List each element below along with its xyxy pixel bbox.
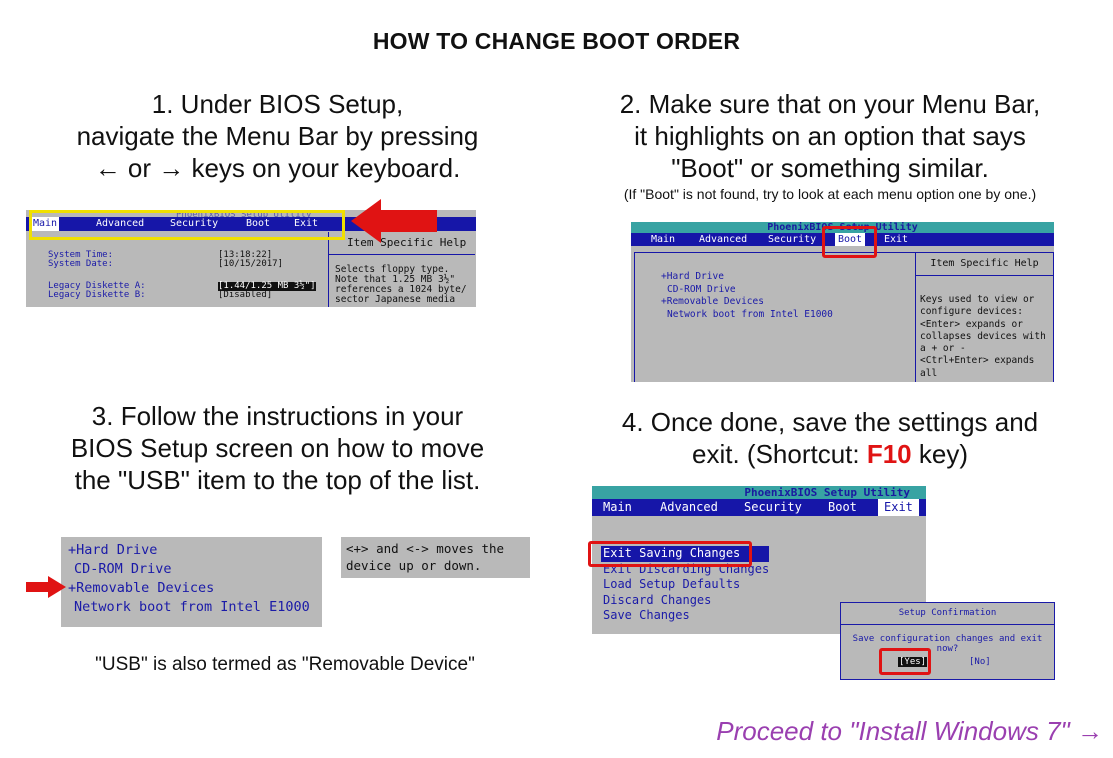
step1-line1: 1. Under BIOS Setup, <box>151 89 404 119</box>
step2-menu-advanced[interactable]: Advanced <box>699 233 747 246</box>
step3-hint-text: <+> and <-> moves the device up or down. <box>346 540 504 574</box>
step1-value-diskB[interactable]: [Disabled] <box>218 291 316 300</box>
step2-line2: it highlights on an option that says <box>634 121 1026 151</box>
step4-yes-highlight-box <box>879 648 931 675</box>
step4-line2-pre: exit. (Shortcut: <box>692 439 867 469</box>
step4-dialog-title: Setup Confirmation <box>841 603 1054 625</box>
step3-hint-box: <+> and <-> moves the device up or down. <box>341 537 530 578</box>
step4-menu-main[interactable]: Main <box>603 499 632 516</box>
step2-menu-security[interactable]: Security <box>768 233 816 246</box>
step3-boot-item[interactable]: CD-ROM Drive <box>68 560 310 579</box>
step2-boot-item[interactable]: +Removable Devices <box>661 296 833 309</box>
step1-menu-highlight-box <box>29 210 345 240</box>
step3-hint-line: <+> and <-> moves the <box>346 541 505 556</box>
step4-menu-advanced[interactable]: Advanced <box>660 499 718 516</box>
step3-line1: 3. Follow the instructions in your <box>91 401 464 431</box>
step4-exit-saving-highlight-box <box>588 541 752 567</box>
step1-help-line: sector Japanese media <box>335 294 456 305</box>
step2-instructions: 2. Make sure that on your Menu Bar, it h… <box>557 88 1103 184</box>
step2-help-line: <Enter> expands or <box>920 318 1023 330</box>
step2-boot-item[interactable]: CD-ROM Drive <box>661 284 833 297</box>
page-title: HOW TO CHANGE BOOT ORDER <box>372 28 741 54</box>
step2-boot-list-pane: +Hard Drive CD-ROM Drive +Removable Devi… <box>634 252 916 382</box>
step1-help-text: Selects floppy type. Note that 1.25 MB 3… <box>329 255 475 305</box>
step4-instructions: 4. Once done, save the settings and exit… <box>557 406 1103 470</box>
step4-line2: exit. (Shortcut: F10 key) <box>557 438 1103 470</box>
step3-line3: the "USB" item to the top of the list. <box>74 465 481 495</box>
step2-help-line: collapses devices with <box>920 330 1046 342</box>
step2-help-line: Keys used to view or <box>920 294 1035 305</box>
step4-menu-security[interactable]: Security <box>744 499 802 516</box>
step3-boot-list: +Hard Drive CD-ROM Drive +Removable Devi… <box>61 537 322 627</box>
proceed-link[interactable]: Proceed to "Install Windows 7" → <box>716 716 1103 747</box>
step4-menu-boot[interactable]: Boot <box>828 499 857 516</box>
step2-line1: 2. Make sure that on your Menu Bar, <box>619 89 1041 119</box>
step1-line2: navigate the Menu Bar by pressing <box>76 121 479 151</box>
step1-label-date: System Date: <box>48 259 114 269</box>
step4-line1: 4. Once done, save the settings and <box>621 407 1039 437</box>
step2-boot-list: +Hard Drive CD-ROM Drive +Removable Devi… <box>661 271 833 321</box>
step4-line2-post: key) <box>911 439 968 469</box>
step2-boot-item[interactable]: Network boot from Intel E1000 <box>661 309 833 322</box>
step1-value-date[interactable]: [10/15/2017] <box>218 260 316 269</box>
step2-help-line: <Ctrl+Enter> expands <box>920 355 1035 367</box>
step2-help-line: configure devices: <box>920 306 1023 318</box>
step4-exit-option[interactable]: Save Changes <box>603 608 769 624</box>
step1-line3: ← or → keys on your keyboard. <box>94 153 461 183</box>
step3-boot-item[interactable]: +Hard Drive <box>68 541 310 560</box>
step2-help-line: a + or - <box>920 343 966 355</box>
step2-menu-exit[interactable]: Exit <box>884 233 908 246</box>
step3-red-arrow-icon <box>26 576 66 598</box>
step3-line2: BIOS Setup screen on how to move <box>70 433 485 463</box>
step3-hint-line: device up or down. <box>346 558 482 573</box>
step1-red-arrow-icon <box>351 199 437 243</box>
step4-exit-option[interactable]: Discard Changes <box>603 593 769 609</box>
step2-menu-main[interactable]: Main <box>651 233 675 246</box>
step4-f10-key: F10 <box>866 439 912 469</box>
step3-boot-item[interactable]: Network boot from Intel E1000 <box>68 598 310 617</box>
step3-boot-items: +Hard Drive CD-ROM Drive +Removable Devi… <box>68 541 310 617</box>
step3-boot-item[interactable]: +Removable Devices <box>68 579 310 598</box>
step2-help-line: all <box>920 367 938 379</box>
step4-exit-option[interactable]: Load Setup Defaults <box>603 577 769 593</box>
step3-instructions: 3. Follow the instructions in your BIOS … <box>0 400 555 496</box>
step4-menu-bar: Main Advanced Security Boot Exit <box>592 499 926 516</box>
step2-boot-item[interactable]: +Hard Drive <box>661 271 833 284</box>
step1-instructions: 1. Under BIOS Setup, navigate the Menu B… <box>0 88 555 184</box>
step4-no-button[interactable]: [No] <box>969 657 991 667</box>
step1-settings-values: [13:18:22] [10/15/2017] [1.44/1.25 MB 3½… <box>218 251 316 300</box>
step2-line3: "Boot" or something similar. <box>671 153 989 183</box>
step2-help-title: Item Specific Help <box>916 253 1053 276</box>
step2-boot-highlight-box <box>822 226 877 258</box>
step4-dialog-question: Save configuration changes and exit now? <box>852 634 1043 654</box>
step2-help-pane: Item Specific Help Keys used to view or … <box>915 252 1054 382</box>
step4-menu-exit[interactable]: Exit <box>878 499 919 516</box>
step3-note: "USB" is also termed as "Removable Devic… <box>95 654 475 675</box>
step2-note: (If "Boot" is not found, try to look at … <box>623 186 1037 202</box>
step4-setup-confirmation-dialog: Setup Confirmation Save configuration ch… <box>840 602 1055 680</box>
step4-header: PhoenixBIOS Setup Utility <box>592 486 926 499</box>
step2-help-text: Keys used to view or configure devices: … <box>916 276 1053 380</box>
step1-label-diskB: Legacy Diskette B: <box>48 290 146 300</box>
step1-settings-labels: System Time: System Date: Legacy Diskett… <box>48 251 146 300</box>
